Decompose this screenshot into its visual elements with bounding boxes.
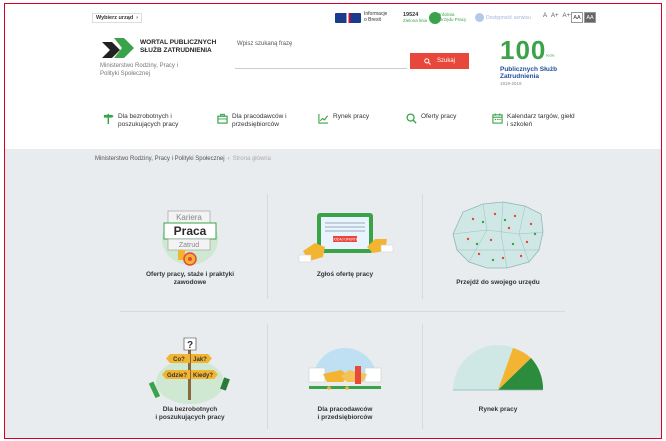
tablet-icon: DODAJ OFERTĘ xyxy=(298,213,394,263)
search-icon xyxy=(424,57,431,65)
poland-map-icon xyxy=(452,201,544,269)
nav-label-line1: Dla pracodawców i xyxy=(232,113,287,120)
logo-sub2: Polityki Społecznej xyxy=(100,71,151,77)
hotline-sub: Zielona linia xyxy=(403,18,428,24)
logo-line2: SŁUŻB ZATRUDNIENIA xyxy=(140,46,212,54)
question-gdzie-text: Gdzie? xyxy=(167,373,187,379)
breadcrumb: Ministerstwo Rodziny, Pracy i Polityki S… xyxy=(95,156,271,162)
accessibility-label: Dostępność serwisu xyxy=(486,14,531,21)
main-nav: Dla bezrobotnych i poszukujących pracy Dl… xyxy=(5,113,661,143)
anniversary-years: 1919-2019 xyxy=(500,81,522,86)
question-kiedy-text: Kiedy? xyxy=(193,373,213,379)
chevron-right-icon: › xyxy=(136,15,138,21)
brexit-link[interactable]: Informacje o Brexit xyxy=(335,11,387,23)
nav-item-unemployed[interactable]: Dla bezrobotnych i poszukujących pracy xyxy=(103,113,178,129)
nav-label-line1: Rynek pracy xyxy=(333,113,370,120)
contrast-controls: AA AA xyxy=(571,12,596,23)
tile-label-line2: i przedsiębiorców xyxy=(317,413,373,421)
tile-label-line1: Dla bezrobotnych xyxy=(162,406,218,413)
brexit-line2: o Brexit xyxy=(364,16,381,23)
kariera-top-text: Kariera xyxy=(176,213,202,222)
office-select-label: Wybierz urząd xyxy=(96,15,134,21)
top-bar: Wybierz urząd › Informacje o Brexit 1952… xyxy=(5,4,661,31)
infoline-link[interactable]: Infolinia Urzędu Pracy xyxy=(439,12,466,22)
divider xyxy=(120,311,565,312)
anniversary-lata: lecie xyxy=(546,52,555,58)
briefcase-icon xyxy=(217,113,228,124)
logo-arrow-icon xyxy=(102,38,134,58)
nav-item-calendar[interactable]: Kalendarz targów, giełd i szkoleń xyxy=(492,113,575,129)
nav-label-line1: Kalendarz targów, giełd xyxy=(507,113,575,120)
kariera-mid-text: Praca xyxy=(174,224,207,238)
tile-label-line1: Rynek pracy xyxy=(478,406,518,413)
logo-line1: WORTAL PUBLICZNYCH xyxy=(140,39,217,46)
nav-item-labor-market[interactable]: Rynek pracy xyxy=(318,113,369,124)
search-button[interactable]: Szukaj xyxy=(410,53,469,69)
tile-label-line1: Zgłoś ofertę pracy xyxy=(316,271,374,278)
tile-employers[interactable]: Dla pracodawców i przedsiębiorców xyxy=(270,334,420,438)
questions-signpost-icon: ? Co? Jak? Gdzie? Kiedy? xyxy=(148,337,230,404)
career-sign-icon: Kariera Praca Zatrud xyxy=(162,210,218,266)
office-select[interactable]: Wybierz urząd › xyxy=(92,13,142,23)
anniversary-title2: Zatrudnienia xyxy=(500,73,540,80)
tile-job-offers[interactable]: Kariera Praca Zatrud Oferty pracy, staże… xyxy=(115,199,265,309)
nav-label-line2: przedsiębiorców xyxy=(232,121,279,128)
search-button-label: Szukaj xyxy=(436,58,455,64)
contrast-high[interactable]: AA xyxy=(584,12,596,23)
signpost-icon xyxy=(103,113,114,124)
tile-label-line2: zawodowe xyxy=(173,278,207,286)
infoline-line2: Urzędu Pracy xyxy=(439,17,467,22)
divider xyxy=(267,324,268,429)
accessibility-link[interactable]: Dostępność serwisu xyxy=(475,13,531,22)
font-size-a-plus[interactable]: A+ xyxy=(551,13,559,19)
question-jak-text: Jak? xyxy=(193,357,207,363)
question-co-text: Co? xyxy=(173,357,185,363)
breadcrumb-current: Strona główna xyxy=(232,156,271,162)
tile-label-line1: Przejdź do swojego urzędu xyxy=(456,279,540,286)
font-size-controls: A A+ A++ xyxy=(543,13,574,19)
divider xyxy=(267,194,268,299)
accessibility-icon xyxy=(475,13,484,22)
page-frame: Wybierz urząd › Informacje o Brexit 1952… xyxy=(4,3,662,439)
breadcrumb-root[interactable]: Ministerstwo Rodziny, Pracy i Polityki S… xyxy=(95,156,225,162)
tile-label-line2: i poszukujących pracy xyxy=(155,413,225,421)
main-content: Ministerstwo Rodziny, Pracy i Polityki S… xyxy=(5,149,661,438)
tile-post-offer[interactable]: DODAJ OFERTĘ Zgłoś ofertę pracy xyxy=(270,199,420,309)
kariera-bottom-text: Zatrud xyxy=(179,242,199,249)
contrast-normal[interactable]: AA xyxy=(571,12,583,23)
tablet-button-text: DODAJ OFERTĘ xyxy=(332,238,359,242)
tile-label-line1: Oferty pracy, staże i praktyki xyxy=(145,271,235,278)
chart-icon xyxy=(318,113,329,124)
calendar-icon xyxy=(492,113,503,124)
anniversary-title1: Publicznych Służb xyxy=(500,66,558,73)
tile-labor-market[interactable]: Rynek pracy xyxy=(423,334,573,438)
anniversary-number: 100 xyxy=(500,35,547,65)
search-icon xyxy=(406,113,417,124)
handshake-icon xyxy=(308,348,382,390)
nav-label-line2: i szkoleń xyxy=(507,121,533,128)
nav-label-line1: Dla bezrobotnych i xyxy=(118,113,172,120)
tile-find-office[interactable]: Przejdź do swojego urzędu xyxy=(423,194,573,304)
breadcrumb-separator: › xyxy=(227,156,230,162)
question-mark-text: ? xyxy=(187,340,193,351)
nav-item-employers[interactable]: Dla pracodawców i przedsiębiorców xyxy=(217,113,287,129)
hotline-link[interactable]: 19524 Zielona linia xyxy=(403,12,442,24)
search-input[interactable] xyxy=(235,53,407,69)
tile-unemployed[interactable]: ? Co? Jak? Gdzie? Kiedy? Dla bezrobotnyc… xyxy=(115,334,265,438)
nav-label-line2: poszukujących pracy xyxy=(118,121,179,128)
tile-label-line1: Dla pracodawców xyxy=(317,406,373,413)
pie-chart-icon xyxy=(453,345,544,391)
nav-label-line1: Oferty pracy xyxy=(421,113,457,120)
nav-item-job-offers[interactable]: Oferty pracy xyxy=(406,113,456,124)
search-label: Wpisz szukaną frazę xyxy=(237,41,293,47)
uk-flag-icon xyxy=(335,12,361,23)
logo-sub1: Ministerstwo Rodziny, Pracy i xyxy=(100,63,178,69)
font-size-a[interactable]: A xyxy=(543,13,547,19)
anniversary-logo: 100lecie Publicznych Służb Zatrudnienia … xyxy=(500,37,610,86)
